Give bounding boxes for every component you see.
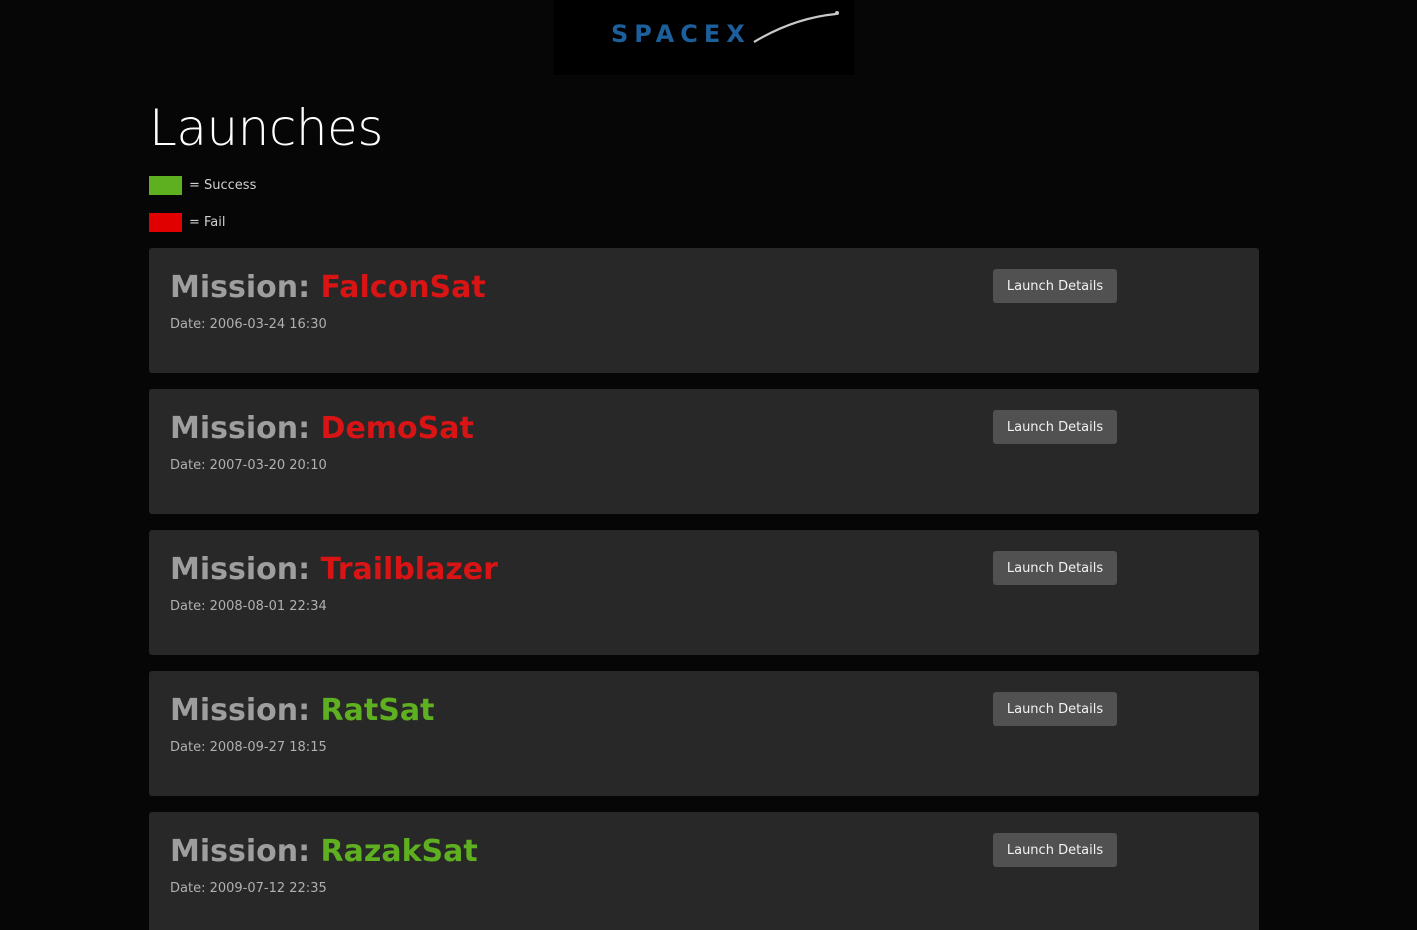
launch-date: Date: 2006-03-24 16:30 [170,317,327,332]
mission-prefix: Mission: [170,834,321,869]
legend-success: = Success [149,175,256,195]
legend-success-label: = Success [189,177,257,193]
legend-fail: = Fail [149,212,226,232]
launch-date: Date: 2009-07-12 22:35 [170,881,327,896]
mission-prefix: Mission: [170,411,321,446]
launch-date: Date: 2007-03-20 20:10 [170,458,327,473]
launch-date: Date: 2008-08-01 22:34 [170,599,327,614]
legend-fail-swatch [149,212,182,232]
mission-name: RazakSat [320,834,478,869]
mission-name: RatSat [320,693,435,728]
logo-text: SPACEX [611,20,751,48]
mission-prefix: Mission: [170,552,321,587]
mission-name: DemoSat [320,411,474,446]
launch-card: Mission: Trailblazer Date: 2008-08-01 22… [149,530,1259,655]
mission-title: Mission: RatSat [170,691,434,731]
spacex-logo[interactable]: SPACEX [554,0,854,75]
launch-card: Mission: RatSat Date: 2008-09-27 18:15 L… [149,671,1259,796]
launch-details-button[interactable]: Launch Details [993,410,1117,444]
mission-prefix: Mission: [170,270,321,305]
launch-details-button[interactable]: Launch Details [993,833,1117,867]
logo-swoosh [753,12,837,43]
launch-details-button[interactable]: Launch Details [993,269,1117,303]
mission-prefix: Mission: [170,693,321,728]
spacex-logo-graphic: SPACEX [611,11,839,48]
legend-fail-label: = Fail [189,214,226,230]
launch-details-button[interactable]: Launch Details [993,551,1117,585]
mission-title: Mission: DemoSat [170,409,474,449]
mission-title: Mission: FalconSat [170,268,486,308]
page-title: Launches [149,99,383,157]
launch-date: Date: 2008-09-27 18:15 [170,740,327,755]
logo-dot [835,11,839,15]
launches-page: SPACEX Launches = Success = Fail Mission… [0,0,1417,930]
mission-name: Trailblazer [320,552,498,587]
mission-title: Mission: Trailblazer [170,550,498,590]
mission-title: Mission: RazakSat [170,832,478,872]
launch-card: Mission: FalconSat Date: 2006-03-24 16:3… [149,248,1259,373]
launch-details-button[interactable]: Launch Details [993,692,1117,726]
legend-success-swatch [149,175,182,195]
mission-name: FalconSat [320,270,486,305]
launch-card: Mission: RazakSat Date: 2009-07-12 22:35… [149,812,1259,930]
launch-card: Mission: DemoSat Date: 2007-03-20 20:10 … [149,389,1259,514]
